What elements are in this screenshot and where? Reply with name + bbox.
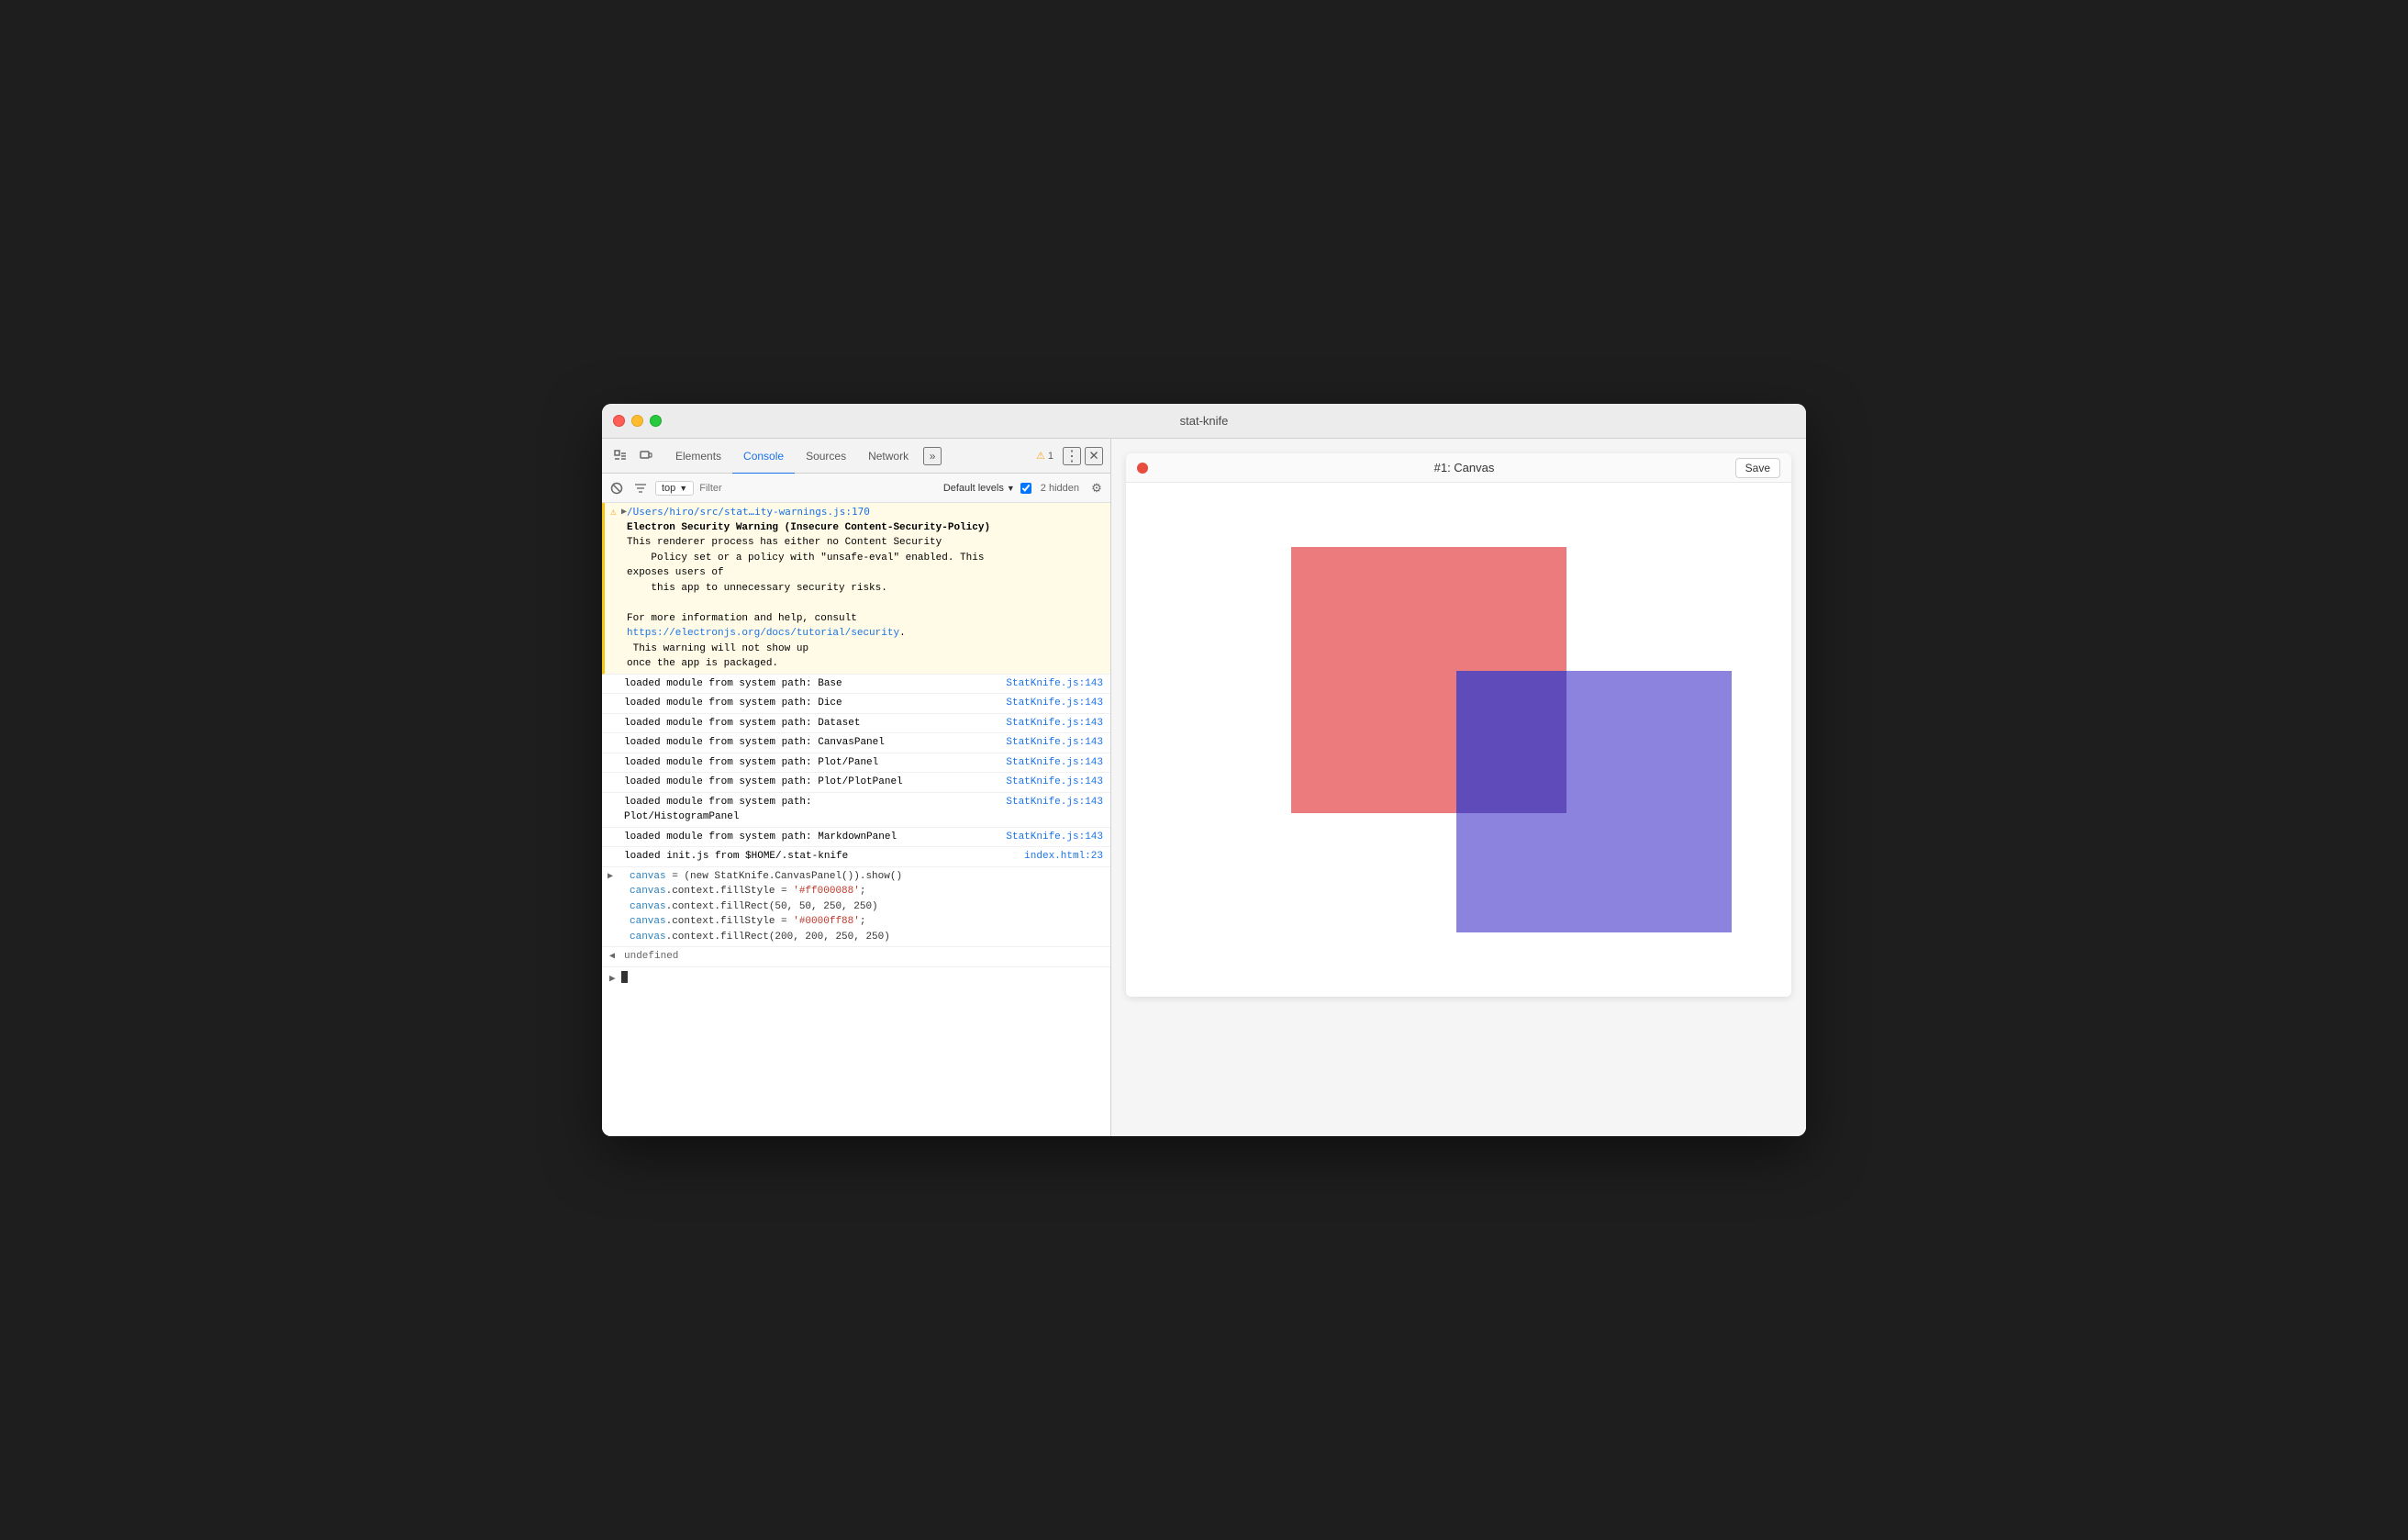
cursor xyxy=(621,971,628,983)
statknife-link-2[interactable]: StatKnife.js:143 xyxy=(1006,696,1103,711)
canvas-title: #1: Canvas xyxy=(1148,461,1780,474)
tab-console[interactable]: Console xyxy=(732,440,795,474)
console-output: ⚠ ▶ /Users/hiro/src/stat…ity-warnings.js… xyxy=(602,503,1110,1136)
filter-input[interactable] xyxy=(699,483,938,494)
log-message-initjs: loaded init.js from $HOME/.stat-knife in… xyxy=(602,847,1110,867)
statknife-link-6[interactable]: StatKnife.js:143 xyxy=(1006,775,1103,790)
prompt-icon: ▶ xyxy=(609,971,616,987)
clear-console-button[interactable] xyxy=(608,479,626,497)
log-message-dice: loaded module from system path: Dice Sta… xyxy=(602,694,1110,714)
canvas-card: #1: Canvas Save xyxy=(1126,453,1791,997)
close-button[interactable] xyxy=(613,415,625,427)
settings-icon[interactable]: ⚙ xyxy=(1088,480,1105,497)
statknife-link-3[interactable]: StatKnife.js:143 xyxy=(1006,716,1103,731)
traffic-lights xyxy=(613,415,662,427)
statknife-link-8[interactable]: StatKnife.js:143 xyxy=(1006,830,1103,845)
security-doc-link[interactable]: https://electronjs.org/docs/tutorial/sec… xyxy=(627,628,899,639)
warning-badge[interactable]: ⚠ 1 xyxy=(1031,448,1059,463)
level-selector[interactable]: Default levels ▼ xyxy=(943,483,1015,494)
main-content: Elements Console Sources Network » xyxy=(602,439,1806,1136)
output-arrow-icon: ◀ xyxy=(609,950,615,964)
console-input-code: canvas = (new StatKnife.CanvasPanel()).s… xyxy=(630,869,1103,945)
expand-icon[interactable]: ▶ xyxy=(621,506,627,519)
level-checkbox[interactable] xyxy=(1020,483,1031,494)
log-message-plotpanel: loaded module from system path: Plot/Pan… xyxy=(602,753,1110,774)
new-input-line[interactable]: ▶ xyxy=(602,967,1110,990)
log-message-canvaspanel: loaded module from system path: CanvasPa… xyxy=(602,733,1110,753)
devtools-panel: Elements Console Sources Network » xyxy=(602,439,1111,1136)
warning-triangle-icon: ⚠ xyxy=(610,506,617,521)
tab-network[interactable]: Network xyxy=(857,440,920,474)
index-html-link[interactable]: index.html:23 xyxy=(1024,849,1103,865)
console-input-block: ▶ canvas = (new StatKnife.CanvasPanel())… xyxy=(602,867,1110,948)
log-message-plotplotpanel: loaded module from system path: Plot/Plo… xyxy=(602,773,1110,793)
console-toolbar: top ▼ Default levels ▼ 2 hidden ⚙ xyxy=(602,474,1110,503)
statknife-link-1[interactable]: StatKnife.js:143 xyxy=(1006,676,1103,692)
log-message-dataset: loaded module from system path: Dataset … xyxy=(602,714,1110,734)
warning-file-path: /Users/hiro/src/stat…ity-warnings.js:170 xyxy=(627,505,870,520)
hidden-count: 2 hidden xyxy=(1037,483,1083,494)
canvas-drawing-area xyxy=(1144,501,1773,978)
maximize-button[interactable] xyxy=(650,415,662,427)
minimize-button[interactable] xyxy=(631,415,643,427)
overlap-area xyxy=(1456,671,1566,813)
close-devtools-button[interactable]: ✕ xyxy=(1085,447,1103,465)
result-value: undefined xyxy=(624,951,678,962)
context-selector[interactable]: top ▼ xyxy=(655,481,694,496)
responsive-mode-button[interactable] xyxy=(635,445,657,467)
window-title: stat-knife xyxy=(1180,414,1229,428)
warning-text: Electron Security Warning (Insecure Cont… xyxy=(627,520,1103,672)
log-message-histogrampanel: loaded module from system path:Plot/Hist… xyxy=(602,793,1110,828)
more-tabs-button[interactable]: » xyxy=(923,447,942,465)
title-bar: stat-knife xyxy=(602,404,1806,439)
devtools-top-toolbar: Elements Console Sources Network » xyxy=(602,439,1110,474)
app-panel: #1: Canvas Save xyxy=(1111,439,1806,1136)
more-options-button[interactable]: ⋮ xyxy=(1063,447,1081,465)
input-prompt-icon: ▶ xyxy=(608,870,613,884)
console-result: ◀ undefined xyxy=(602,947,1110,967)
save-button[interactable]: Save xyxy=(1735,458,1780,478)
statknife-link-4[interactable]: StatKnife.js:143 xyxy=(1006,735,1103,751)
log-message-markdownpanel: loaded module from system path: Markdown… xyxy=(602,828,1110,848)
canvas-status-dot xyxy=(1137,463,1148,474)
app-window: stat-knife xyxy=(602,404,1806,1136)
file-link[interactable]: /Users/hiro/src/stat…ity-warnings.js:170 xyxy=(627,506,870,518)
tab-sources[interactable]: Sources xyxy=(795,440,857,474)
warning-message: ⚠ ▶ /Users/hiro/src/stat…ity-warnings.js… xyxy=(602,503,1110,675)
tab-elements[interactable]: Elements xyxy=(664,440,732,474)
canvas-header: #1: Canvas Save xyxy=(1126,453,1791,483)
statknife-link-7[interactable]: StatKnife.js:143 xyxy=(1006,795,1103,810)
filter-toggle-button[interactable] xyxy=(631,479,650,497)
canvas-body xyxy=(1126,483,1791,997)
statknife-link-5[interactable]: StatKnife.js:143 xyxy=(1006,755,1103,771)
log-message-base: loaded module from system path: Base Sta… xyxy=(602,675,1110,695)
warning-icon: ⚠ xyxy=(1036,450,1045,462)
inspect-element-button[interactable] xyxy=(609,445,631,467)
